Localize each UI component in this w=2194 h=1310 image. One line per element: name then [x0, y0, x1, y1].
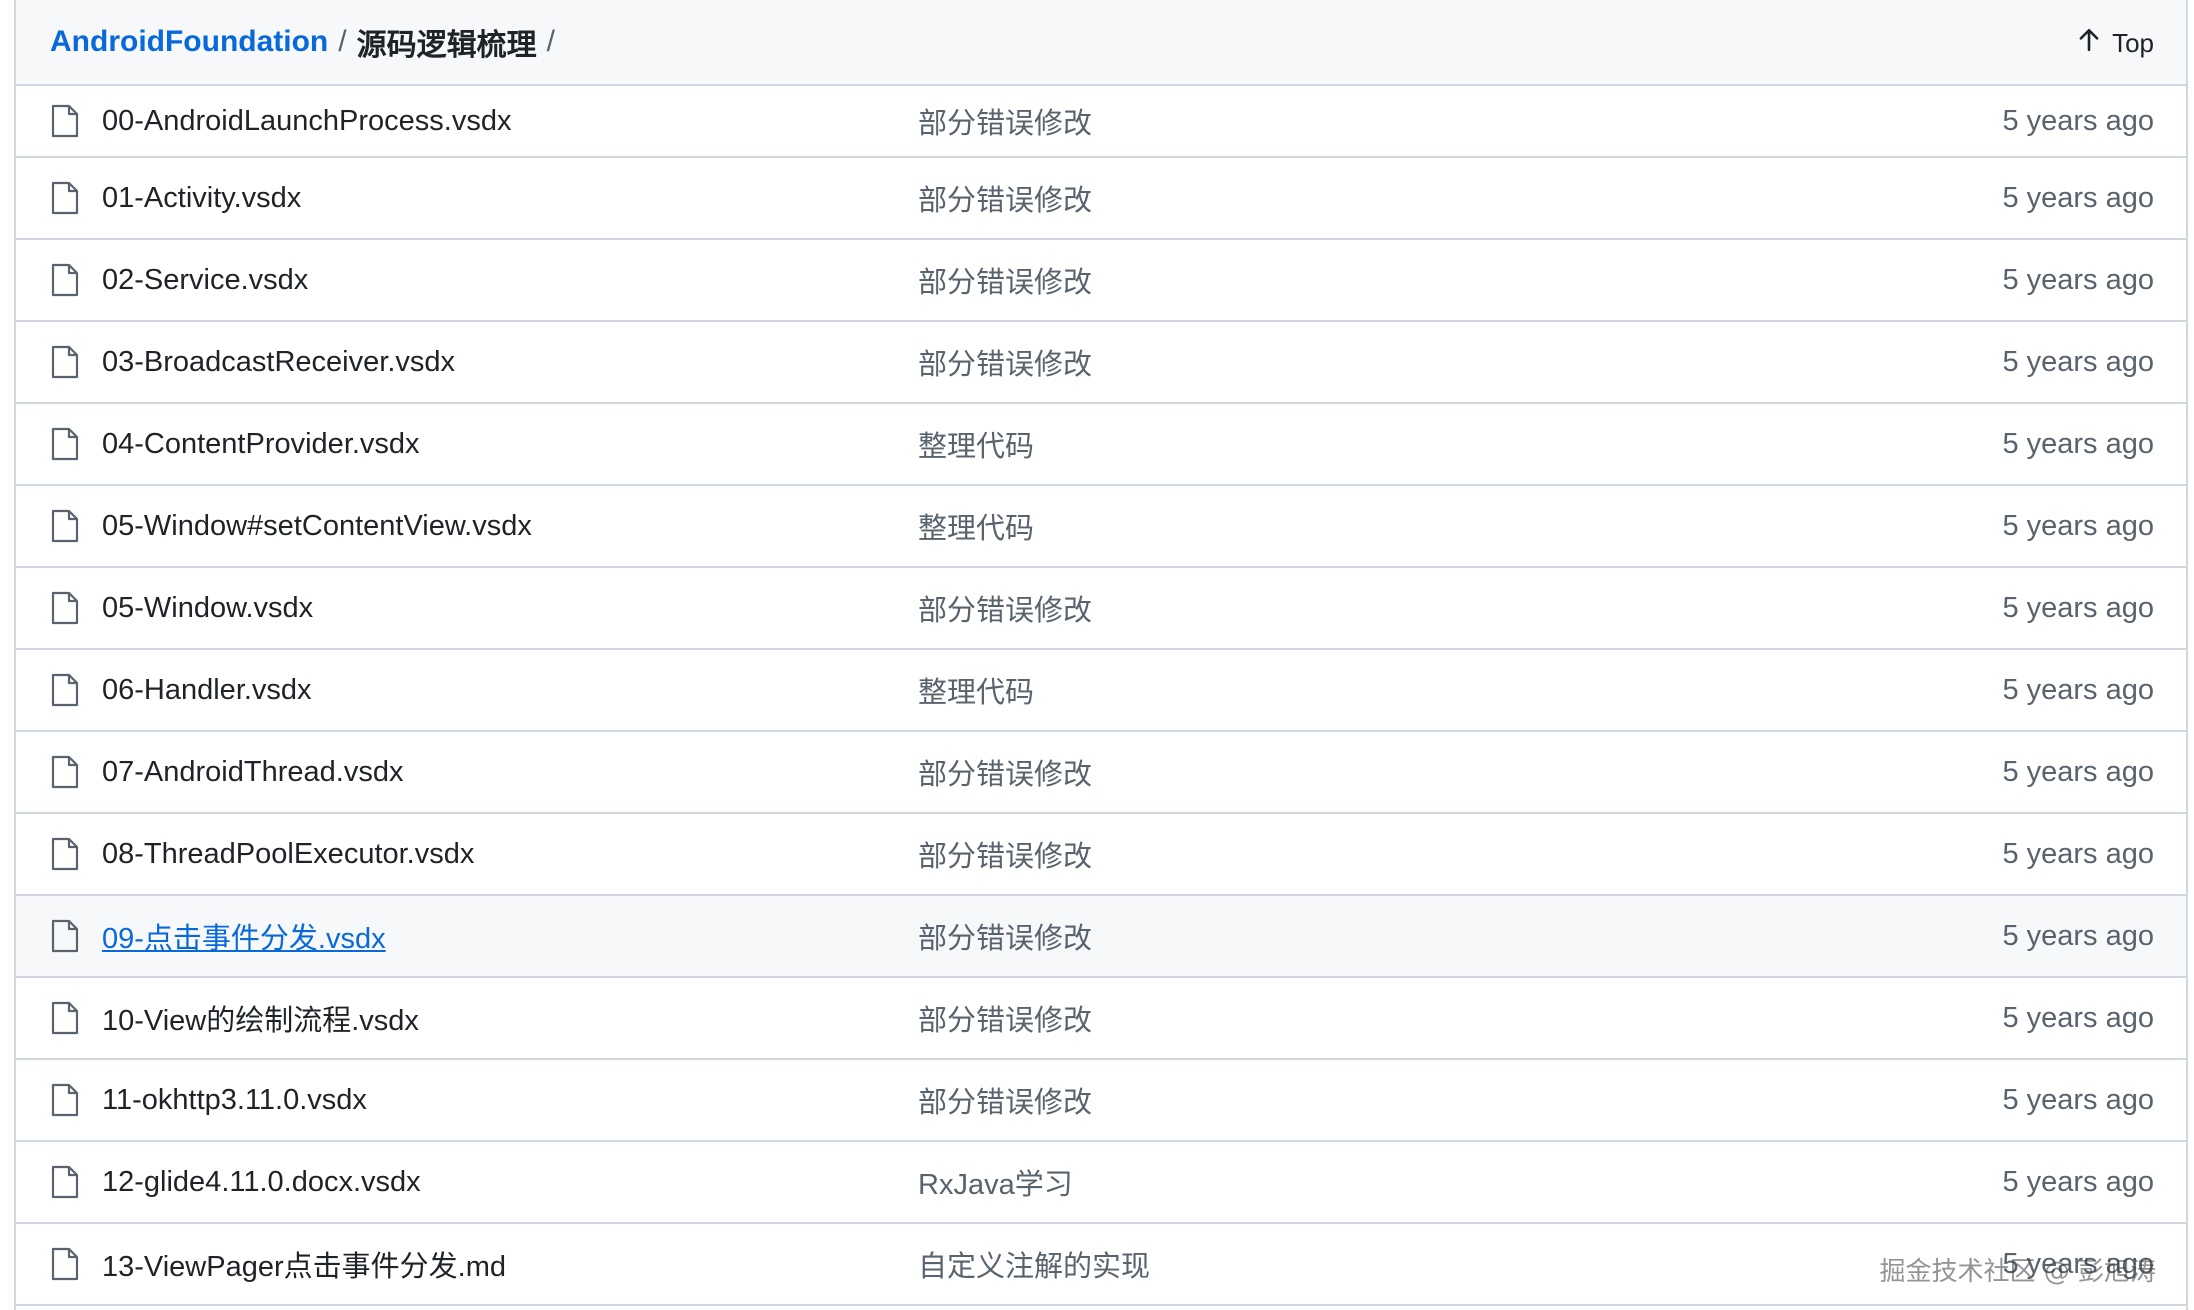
file-name-link[interactable]: 10-View的绘制流程.vsdx — [102, 997, 419, 1039]
commit-message-link[interactable]: 部分错误修改 — [918, 100, 1092, 142]
commit-time: 5 years ago — [2002, 919, 2154, 952]
file-row[interactable]: 10-View的绘制流程.vsdx 部分错误修改 5 years ago — [16, 978, 2186, 1060]
commit-message-link[interactable]: 部分错误修改 — [918, 177, 1092, 219]
commit-time: 5 years ago — [2002, 1001, 2154, 1034]
back-to-top-button[interactable]: Top — [2076, 24, 2154, 62]
file-name-link[interactable]: 09-点击事件分发.vsdx — [102, 915, 386, 957]
commit-message-link[interactable]: 整理代码 — [918, 423, 1034, 465]
breadcrumb-current-directory: 源码逻辑梳理 — [356, 29, 537, 62]
file-name-link[interactable]: 03-BroadcastReceiver.vsdx — [102, 346, 455, 379]
commit-message-link[interactable]: 部分错误修改 — [918, 915, 1092, 957]
commit-time: 5 years ago — [2002, 263, 2154, 296]
file-name-link[interactable]: 11-okhttp3.11.0.vsdx — [102, 1084, 367, 1117]
commit-time: 5 years ago — [2002, 1083, 2154, 1116]
commit-time: 5 years ago — [2002, 181, 2154, 214]
file-row[interactable]: 05-Window.vsdx 部分错误修改 5 years ago — [16, 568, 2186, 650]
file-icon — [50, 1247, 80, 1281]
commit-message-link[interactable]: 部分错误修改 — [918, 587, 1092, 629]
file-icon — [50, 509, 80, 543]
file-row[interactable]: 06-Handler.vsdx 整理代码 5 years ago — [16, 650, 2186, 732]
file-row[interactable]: 13-ViewPager点击事件分发.md 自定义注解的实现 5 years ago — [16, 1224, 2186, 1306]
file-row[interactable]: 11-okhttp3.11.0.vsdx 部分错误修改 5 years ago — [16, 1060, 2186, 1142]
file-name-link[interactable]: 12-glide4.11.0.docx.vsdx — [102, 1166, 421, 1199]
commit-message-link[interactable]: 部分错误修改 — [918, 997, 1092, 1039]
file-icon — [50, 837, 80, 871]
file-row[interactable]: 03-BroadcastReceiver.vsdx 部分错误修改 5 years a… — [16, 322, 2186, 404]
commit-time: 5 years ago — [2002, 755, 2154, 788]
commit-time: 5 years ago — [2002, 104, 2154, 137]
file-icon — [50, 1083, 80, 1117]
commit-message-link[interactable]: RxJava学习 — [918, 1161, 1073, 1203]
file-name-link[interactable]: 00-AndroidLaunchProcess.vsdx — [102, 105, 511, 138]
commit-message-link[interactable]: 部分错误修改 — [918, 751, 1092, 793]
file-icon — [50, 1165, 80, 1199]
commit-time: 5 years ago — [2002, 345, 2154, 378]
file-name-link[interactable]: 05-Window.vsdx — [102, 592, 313, 625]
file-row[interactable]: 12-glide4.11.0.docx.vsdx RxJava学习 5 years … — [16, 1142, 2186, 1224]
file-icon — [50, 919, 80, 953]
back-to-top-label: Top — [2112, 27, 2154, 58]
file-name-link[interactable]: 07-AndroidThread.vsdx — [102, 756, 403, 789]
file-row[interactable]: 02-Service.vsdx 部分错误修改 5 years ago — [16, 240, 2186, 322]
breadcrumb: AndroidFoundation / 源码逻辑梳理 / — [50, 20, 565, 64]
file-list-header: AndroidFoundation / 源码逻辑梳理 / Top — [16, 0, 2186, 86]
file-name-link[interactable]: 08-ThreadPoolExecutor.vsdx — [102, 838, 474, 871]
file-icon — [50, 427, 80, 461]
file-icon — [50, 673, 80, 707]
arrow-up-icon — [2076, 27, 2102, 60]
breadcrumb-repo-link[interactable]: AndroidFoundation — [50, 25, 328, 59]
file-browser-panel: AndroidFoundation / 源码逻辑梳理 / Top 00-Andr… — [14, 0, 2188, 1310]
commit-time: 5 years ago — [2002, 837, 2154, 870]
file-icon — [50, 345, 80, 379]
file-name-link[interactable]: 01-Activity.vsdx — [102, 182, 301, 215]
commit-message-link[interactable]: 整理代码 — [918, 669, 1034, 711]
file-row[interactable]: 09-点击事件分发.vsdx 部分错误修改 5 years ago — [16, 896, 2186, 978]
file-icon — [50, 104, 80, 138]
commit-time: 5 years ago — [2002, 673, 2154, 706]
file-row[interactable]: 07-AndroidThread.vsdx 部分错误修改 5 years ago — [16, 732, 2186, 814]
file-name-link[interactable]: 05-Window#setContentView.vsdx — [102, 510, 532, 543]
commit-message-link[interactable]: 部分错误修改 — [918, 1079, 1092, 1121]
file-icon — [50, 591, 80, 625]
commit-time: 5 years ago — [2002, 509, 2154, 542]
commit-message-link[interactable]: 整理代码 — [918, 505, 1034, 547]
commit-message-link[interactable]: 部分错误修改 — [918, 341, 1092, 383]
commit-time: 5 years ago — [2002, 427, 2154, 460]
file-icon — [50, 263, 80, 297]
watermark: 掘金技术社区 @ 彭旭涛 — [1879, 1257, 2156, 1287]
file-row[interactable]: 08-ThreadPoolExecutor.vsdx 部分错误修改 5 years … — [16, 814, 2186, 896]
file-row[interactable]: 05-Window#setContentView.vsdx 整理代码 5 years… — [16, 486, 2186, 568]
commit-time: 5 years ago — [2002, 591, 2154, 624]
file-row[interactable]: 00-AndroidLaunchProcess.vsdx 部分错误修改 5 year… — [16, 86, 2186, 158]
file-row[interactable]: 04-ContentProvider.vsdx 整理代码 5 years ago — [16, 404, 2186, 486]
commit-message-link[interactable]: 部分错误修改 — [918, 259, 1092, 301]
file-name-link[interactable]: 06-Handler.vsdx — [102, 674, 312, 707]
breadcrumb-separator: / — [546, 25, 555, 58]
commit-message-link[interactable]: 自定义注解的实现 — [918, 1243, 1150, 1285]
file-icon — [50, 1001, 80, 1035]
file-name-link[interactable]: 02-Service.vsdx — [102, 264, 308, 297]
file-row[interactable]: 01-Activity.vsdx 部分错误修改 5 years ago — [16, 158, 2186, 240]
file-name-link[interactable]: 13-ViewPager点击事件分发.md — [102, 1243, 506, 1285]
file-name-link[interactable]: 04-ContentProvider.vsdx — [102, 428, 420, 461]
commit-message-link[interactable]: 部分错误修改 — [918, 833, 1092, 875]
file-icon — [50, 755, 80, 789]
file-icon — [50, 181, 80, 215]
commit-time: 5 years ago — [2002, 1165, 2154, 1198]
breadcrumb-separator: / — [338, 25, 347, 58]
file-list: 00-AndroidLaunchProcess.vsdx 部分错误修改 5 year… — [16, 86, 2186, 1306]
